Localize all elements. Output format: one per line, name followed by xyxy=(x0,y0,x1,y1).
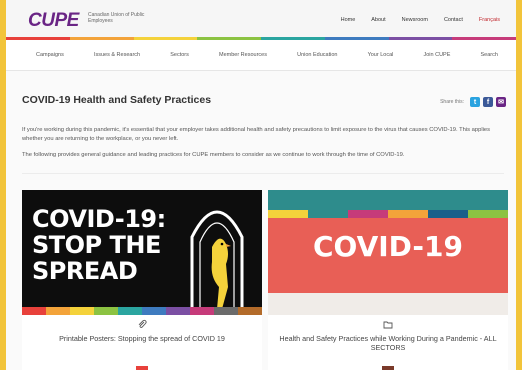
resource-card-all-sectors[interactable]: COVID-19 Health and Safety Practices whi… xyxy=(268,190,508,370)
header: CUPE Canadian Union of Public Employees … xyxy=(6,0,516,40)
browser-viewport: CUPE Canadian Union of Public Employees … xyxy=(6,0,516,370)
main-nav: Campaigns Issues & Research Sectors Memb… xyxy=(6,40,516,71)
folder-icon xyxy=(382,318,394,330)
nav-item-issues-research[interactable]: Issues & Research xyxy=(94,52,140,58)
color-strip xyxy=(268,210,508,218)
nav-item-member-resources[interactable]: Member Resources xyxy=(219,52,267,58)
nav-item-union-education[interactable]: Union Education xyxy=(297,52,337,58)
nav-item-sectors[interactable]: Sectors xyxy=(170,52,189,58)
share-label: Share this: xyxy=(440,99,464,105)
nav-item-join-cupe[interactable]: Join CUPE xyxy=(423,52,450,58)
facebook-icon[interactable]: f xyxy=(483,97,493,107)
logo-subtitle: Canadian Union of Public Employees xyxy=(88,12,145,24)
twitter-icon[interactable]: t xyxy=(470,97,480,107)
page-title: COVID-19 Health and Safety Practices xyxy=(22,94,212,106)
nav-item-campaigns[interactable]: Campaigns xyxy=(36,52,64,58)
stop-the-spread-image[interactable]: COVID-19: STOP THE SPREAD xyxy=(22,190,262,315)
share-bar: Share this: t f ✉ xyxy=(440,97,506,107)
image-caption: COVID-19: STOP THE SPREAD xyxy=(32,205,166,285)
paperclip-icon xyxy=(136,318,148,330)
top-link-newsroom[interactable]: Newsroom xyxy=(402,17,428,23)
language-toggle[interactable]: Français xyxy=(479,17,500,23)
resource-card-posters[interactable]: COVID-19: STOP THE SPREAD Printable Poster… xyxy=(22,190,262,370)
image-caption: COVID-19 xyxy=(312,230,464,263)
nav-item-your-local[interactable]: Your Local xyxy=(368,52,394,58)
divider xyxy=(22,173,504,174)
nav-item-search[interactable]: Search xyxy=(481,52,498,58)
card-accent xyxy=(136,366,148,370)
top-link-home[interactable]: Home xyxy=(341,17,356,23)
top-links: Home About Newsroom Contact Français xyxy=(341,17,500,23)
color-bar xyxy=(22,307,262,315)
card-accent xyxy=(382,366,394,370)
card-title[interactable]: Health and Safety Practices while Workin… xyxy=(274,334,502,352)
card-title[interactable]: Printable Posters: Stopping the spread o… xyxy=(28,334,256,343)
canary-birdcage-icon xyxy=(190,210,244,309)
intro-paragraph: If you're working during this pandemic, … xyxy=(22,127,491,142)
covid-19-banner-image[interactable]: COVID-19 xyxy=(268,190,508,315)
cupe-logo[interactable]: CUPE xyxy=(28,10,79,32)
top-link-contact[interactable]: Contact xyxy=(444,17,463,23)
email-icon[interactable]: ✉ xyxy=(496,97,506,107)
guidance-paragraph: The following provides general guidance … xyxy=(22,152,405,158)
top-link-about[interactable]: About xyxy=(371,17,385,23)
